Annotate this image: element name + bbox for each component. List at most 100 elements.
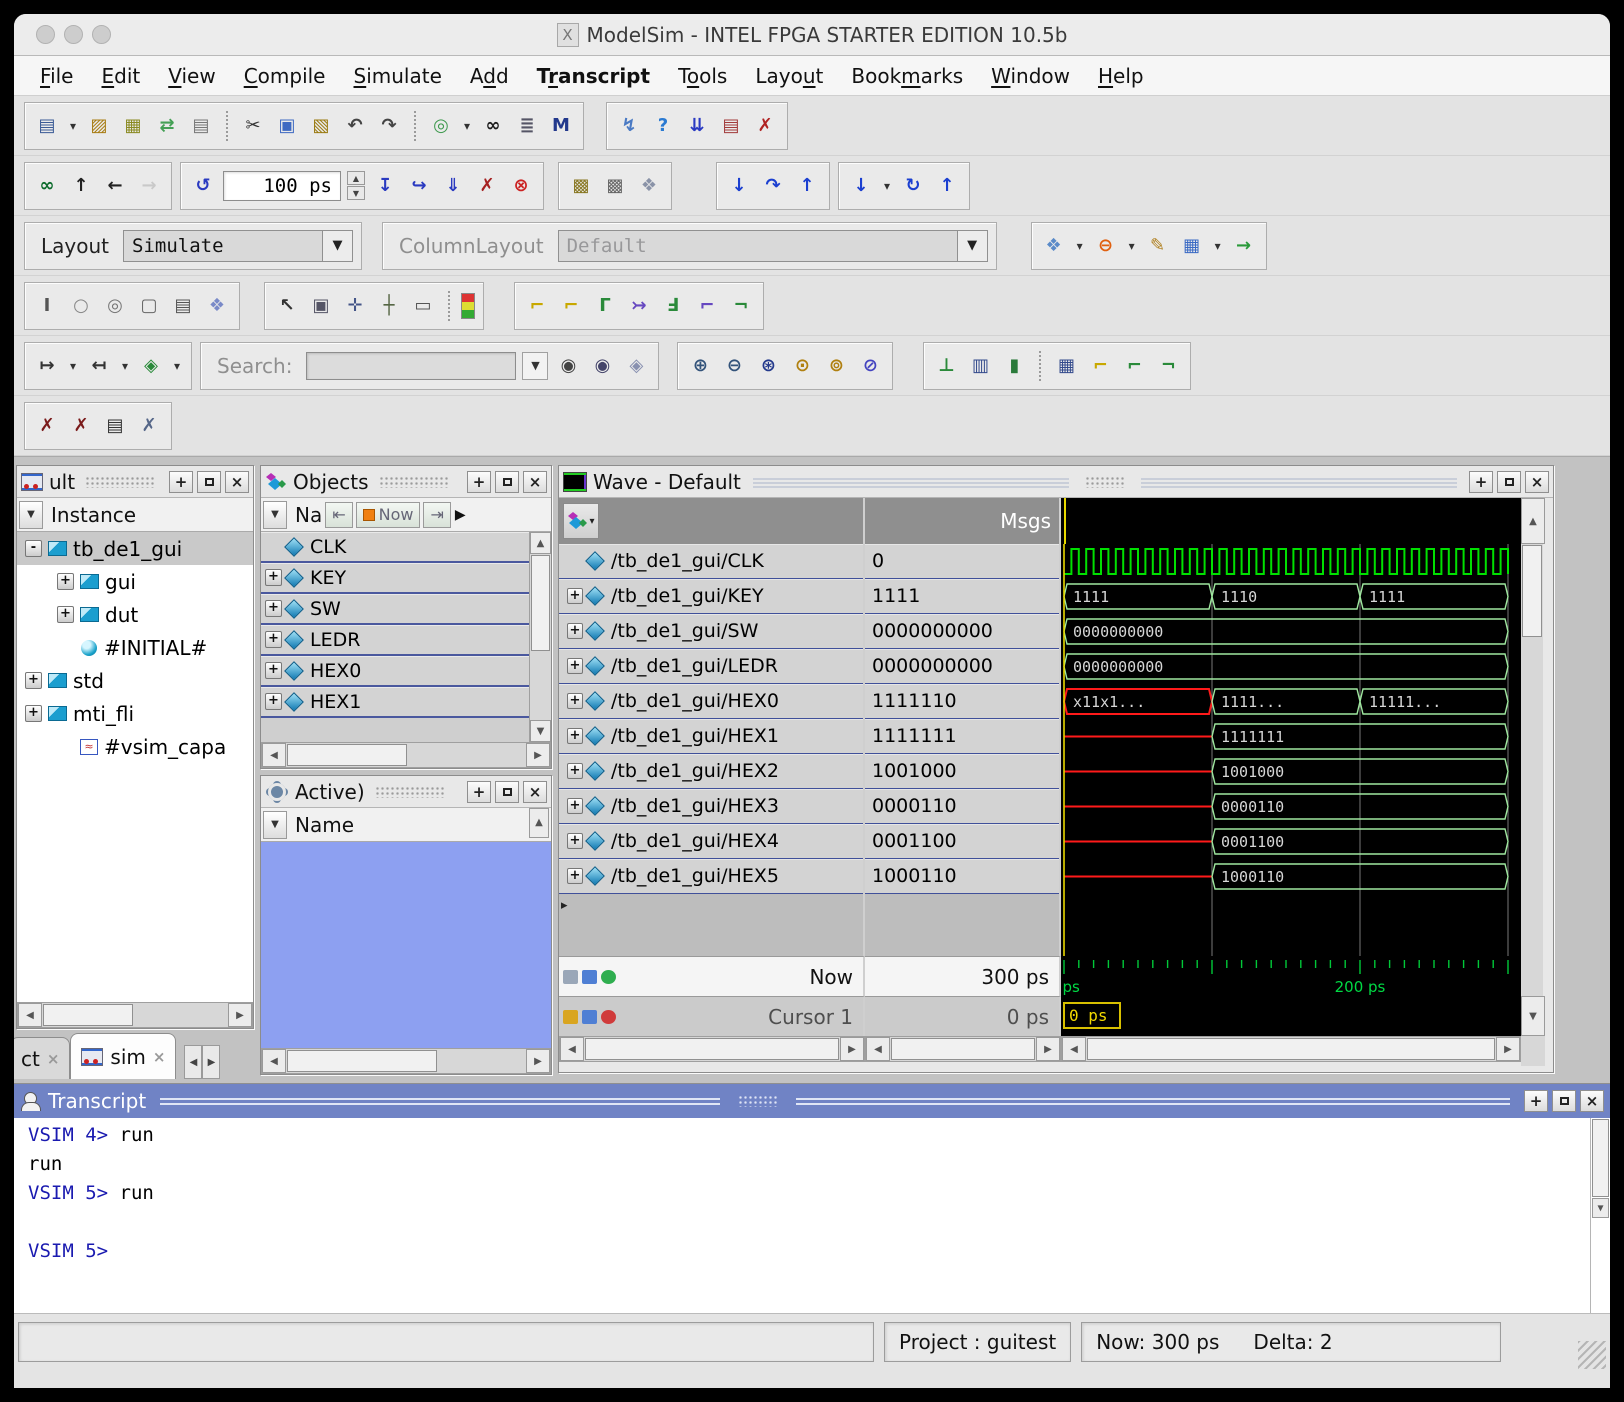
tab-scroll-left-icon[interactable]: ◀ — [184, 1045, 202, 1079]
expander-icon[interactable]: + — [567, 728, 583, 744]
processes-panel-titlebar[interactable]: Active) + × — [261, 776, 551, 808]
reload-icon[interactable]: ⇄ — [153, 112, 181, 140]
stoplight-icon[interactable] — [461, 293, 475, 319]
wave-signal-clk[interactable]: +/tb_de1_gui/CLK — [559, 544, 863, 579]
zoom-range-icon[interactable]: ⊚ — [822, 352, 850, 380]
goto-time-start-button[interactable]: ⇤ — [325, 502, 352, 528]
export-filter-icon[interactable]: → — [1230, 232, 1258, 260]
scroll-right-icon[interactable]: ▶ — [1496, 1037, 1520, 1061]
drag-handle[interactable] — [379, 476, 449, 488]
find-next-icon[interactable]: ◉ — [554, 352, 582, 380]
performance-icon[interactable]: ▩ — [567, 172, 595, 200]
scroll-thumb[interactable] — [1522, 545, 1542, 637]
help-question-icon[interactable]: ? — [649, 112, 677, 140]
tab-project[interactable]: ct × — [14, 1037, 70, 1079]
previous-edge-icon[interactable]: ⌐ — [1120, 352, 1148, 380]
menu-bookmarks[interactable]: Bookmarks — [837, 64, 977, 88]
scroll-right-icon[interactable]: ▶ — [526, 1049, 550, 1073]
zoom-full-icon[interactable]: ⊛ — [754, 352, 782, 380]
scroll-left-icon[interactable]: ◀ — [560, 1037, 584, 1061]
dock-button[interactable]: + — [467, 781, 491, 803]
pan-hand-icon[interactable]: ❖ — [635, 172, 663, 200]
dropdown-caret-icon[interactable]: ▾ — [1212, 239, 1224, 253]
wave-insert-icon[interactable]: ↣ — [625, 292, 653, 320]
scroll-thumb[interactable] — [891, 1038, 1035, 1060]
menu-view[interactable]: View — [154, 64, 229, 88]
modelsim-m-icon[interactable]: M — [547, 112, 575, 140]
undock-button[interactable] — [197, 471, 221, 493]
expand-left-icon[interactable]: ↤ — [85, 352, 113, 380]
green-column-icon[interactable]: ▮ — [1000, 352, 1028, 380]
object-row-key[interactable]: +KEY — [261, 563, 529, 594]
paste-icon[interactable]: ▧ — [307, 112, 335, 140]
wave-signal-key[interactable]: +/tb_de1_gui/KEY — [559, 579, 863, 614]
tree-expander-icon[interactable]: + — [25, 672, 42, 689]
expander-icon[interactable]: + — [265, 693, 282, 710]
open-folder-icon[interactable]: ▨ — [85, 112, 113, 140]
scroll-right-icon[interactable]: ▶ — [228, 1003, 252, 1027]
link-environment-icon[interactable]: ∞ — [33, 172, 61, 200]
wave-scroll-down-icon[interactable]: ▼ — [1521, 996, 1545, 1036]
undo-icon[interactable]: ↶ — [341, 112, 369, 140]
up-level-icon[interactable]: ↑ — [67, 172, 95, 200]
crosshair-icon[interactable]: ┼ — [375, 292, 403, 320]
wave-value-hex4[interactable]: 0001100 — [865, 824, 1059, 859]
new-file-icon[interactable]: ▤ — [33, 112, 61, 140]
step-over-icon[interactable]: ↷ — [759, 172, 787, 200]
expander-icon[interactable]: + — [567, 798, 583, 814]
dock-button[interactable]: + — [467, 471, 491, 493]
undock-button[interactable] — [495, 781, 519, 803]
menu-file[interactable]: File — [26, 64, 87, 88]
close-panel-button[interactable]: × — [1525, 471, 1549, 493]
wave-move-icon[interactable]: ¬ — [727, 292, 755, 320]
tree-expander-icon[interactable]: + — [57, 573, 74, 590]
tab-scroll-right-icon[interactable]: ▶ — [202, 1045, 220, 1079]
menu-transcript[interactable]: Transcript — [523, 64, 664, 88]
wave-signal-hex3[interactable]: +/tb_de1_gui/HEX3 — [559, 789, 863, 824]
menu-tools[interactable]: Tools — [664, 64, 741, 88]
titlebar[interactable]: X ModelSim - INTEL FPGA STARTER EDITION … — [14, 14, 1610, 56]
objects-panel-titlebar[interactable]: Objects + × — [261, 466, 551, 498]
menu-layout[interactable]: Layout — [741, 64, 837, 88]
find-binoculars-icon[interactable]: ∞ — [479, 112, 507, 140]
drag-handle-dots[interactable] — [1085, 476, 1125, 488]
save-icon[interactable]: ▦ — [119, 112, 147, 140]
name-column-header[interactable]: Na — [289, 503, 322, 527]
sim-hscrollbar[interactable]: ◀ ▶ — [17, 1002, 253, 1028]
tree-expander-icon[interactable]: + — [25, 705, 42, 722]
find-highlight-icon[interactable]: ◈ — [622, 352, 650, 380]
expander-icon[interactable]: + — [265, 600, 282, 617]
close-panel-button[interactable]: × — [523, 471, 547, 493]
drag-handle[interactable] — [85, 476, 155, 488]
spin-down-icon[interactable]: ▼ — [347, 186, 365, 200]
close-tab-icon[interactable]: × — [153, 1048, 166, 1066]
scroll-right-icon[interactable]: ▶ — [1036, 1037, 1060, 1061]
lock-icon[interactable] — [563, 1010, 578, 1024]
wave-paste-left-icon[interactable]: Γ — [591, 292, 619, 320]
back-icon[interactable]: ← — [101, 172, 129, 200]
instance-column-header[interactable]: Instance — [45, 503, 136, 527]
wave-panel-titlebar[interactable]: Wave - Default + × — [559, 466, 1553, 498]
zoom-mode-icon[interactable]: ⊘ — [856, 352, 884, 380]
filter-icon[interactable]: ▼ — [263, 501, 287, 529]
remove-filter-icon[interactable]: ⊖ — [1092, 232, 1120, 260]
wave-mode-icon[interactable]: ◎ — [101, 292, 129, 320]
tree-item-tb-de1-gui[interactable]: -tb_de1_gui — [17, 532, 253, 565]
list-mode-icon[interactable]: ▤ — [169, 292, 197, 320]
tree-expander-icon[interactable]: + — [57, 606, 74, 623]
run-length-field[interactable]: 100 ps — [223, 171, 341, 201]
dropdown-caret-icon[interactable]: ▾ — [119, 359, 131, 373]
run-continue-icon[interactable]: ↪ — [405, 172, 433, 200]
wave-value-ledr[interactable]: 0000000000 — [865, 649, 1059, 684]
step-current-icon[interactable]: ↓ — [847, 172, 875, 200]
step-out-icon[interactable]: ↑ — [793, 172, 821, 200]
objects-vscrollbar[interactable]: ▲ ▼ — [529, 532, 551, 742]
close-doc-icon[interactable]: ✗ — [751, 112, 779, 140]
now-button[interactable]: Now — [356, 502, 421, 528]
filter-icon[interactable]: ▼ — [19, 501, 43, 529]
zoom-in-icon[interactable]: ⊕ — [686, 352, 714, 380]
wave-value-sw[interactable]: 0000000000 — [865, 614, 1059, 649]
object-row-ledr[interactable]: +LEDR — [261, 625, 529, 656]
restart-icon[interactable]: ↺ — [189, 172, 217, 200]
run-script-icon[interactable]: ↯ — [615, 112, 643, 140]
